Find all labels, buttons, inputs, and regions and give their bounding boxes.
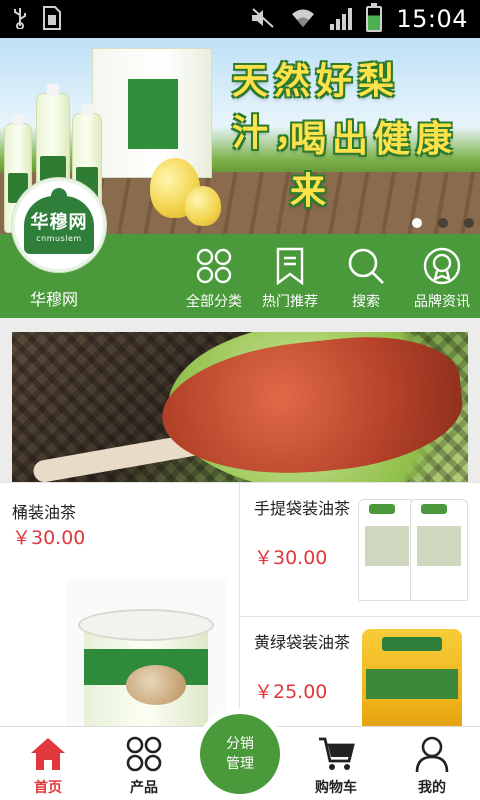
usb-icon [12,7,28,32]
quick-nav-label: 全部分类 [186,294,242,310]
product-name: 手提袋装油茶 [254,499,351,518]
quick-nav-brand-news[interactable]: 品牌资讯 [404,246,480,311]
product-card[interactable]: 黄绿袋装油茶 ￥25.00 [240,616,480,729]
quick-nav: 全部分类 热门推荐 搜索 品牌资讯 [176,246,480,311]
banner-dot-1[interactable] [412,218,422,228]
brand-name: 华穆网 [30,290,79,309]
nav-cart[interactable]: 购物车 [288,735,384,797]
sim-icon [42,5,62,33]
brand-logo[interactable]: 华穆网 cnmuslem [12,178,106,272]
quick-nav-label: 热门推荐 [262,294,318,310]
user-icon [415,736,449,773]
product-area: 桶装油茶 ￥30.00 手提袋装油茶 ￥30.00 黄绿袋装油茶 ￥25.00 [0,318,480,729]
product-price: ￥25.00 [254,681,328,703]
nav-label: 购物车 [315,780,357,796]
search-icon [348,248,384,284]
status-time: 15:04 [396,5,468,33]
logo-mark: 华穆网 cnmuslem [24,188,94,254]
product-price: ￥30.00 [12,527,86,549]
center-button-line-2: 管理 [226,756,254,772]
nav-mine[interactable]: 我的 [384,735,480,797]
mute-icon [250,7,276,32]
nav-label: 产品 [130,780,158,796]
brand-badge-icon [423,247,461,285]
nav-products[interactable]: 产品 [96,735,192,797]
battery-charging-icon [366,3,383,32]
product-image [358,495,468,607]
logo-subtext: cnmuslem [36,233,82,243]
grid-icon [126,736,162,772]
quick-nav-label: 品牌资讯 [414,294,470,310]
nav-label: 我的 [418,780,446,796]
product-price: ￥30.00 [254,547,328,569]
product-card[interactable]: 手提袋装油茶 ￥30.00 [240,482,480,616]
product-name: 黄绿袋装油茶 [254,633,351,652]
quick-nav-hot-recommend[interactable]: 热门推荐 [252,246,328,311]
distribution-management-button[interactable]: 分销 管理 [194,708,286,800]
product-image [66,579,226,727]
center-button-line-1: 分销 [226,736,254,752]
banner-pagination[interactable] [412,218,474,228]
nav-home[interactable]: 首页 [0,735,96,797]
quick-nav-label: 搜索 [352,294,380,310]
product-name: 桶装油茶 [12,503,77,522]
bookmark-icon [276,247,304,286]
home-icon [31,738,65,770]
category-grid-icon [196,248,232,284]
wifi-icon [290,7,316,32]
nav-label: 首页 [34,780,62,796]
featured-product-image[interactable] [12,332,468,482]
quick-nav-all-categories[interactable]: 全部分类 [176,246,252,311]
signal-icon [330,8,353,30]
quick-nav-search[interactable]: 搜索 [328,246,404,311]
cart-icon [319,737,355,770]
banner-dot-2[interactable] [438,218,448,228]
status-bar: 15:04 [0,0,480,38]
product-card[interactable]: 桶装油茶 ￥30.00 [0,482,240,727]
banner-headline-2: 喝出健康来 [290,119,459,212]
banner-dot-3[interactable] [464,218,474,228]
product-image [362,629,462,729]
logo-text: 华穆网 [30,211,88,233]
